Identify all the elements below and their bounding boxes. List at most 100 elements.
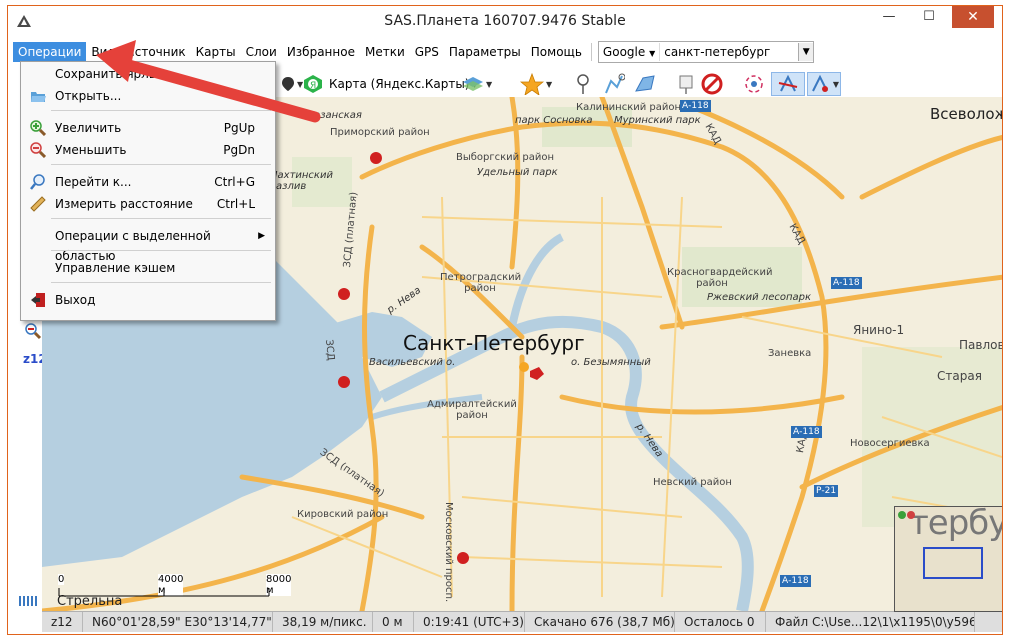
search-dropdown-button[interactable]: ▼ [798,43,814,61]
minimap[interactable]: тербу [894,506,1003,612]
menu-cache-management[interactable]: Управление кэшем [21,258,275,278]
menu-help[interactable]: Помощь [526,42,587,62]
close-button[interactable]: ✕ [952,6,994,28]
menu-bar: Операции Вид Источник Карты Слои Избранн… [13,41,815,63]
road-sign-a118-2: А-118 [831,277,862,289]
svg-text:Я: Я [310,81,316,91]
gps-center-button[interactable]: ▼ [807,72,841,96]
map-label-petrogradsky: Петроградский район [440,272,522,294]
minimap-zoom-icon[interactable] [898,510,916,520]
map-label-kirovsky: Кировский район [297,509,389,520]
add-point-button[interactable] [575,72,591,96]
folder-open-icon [31,92,46,102]
search-input[interactable]: санкт-петербург [660,43,798,61]
gps-track-button[interactable] [771,72,805,96]
layers-button[interactable]: ▼ [462,72,492,96]
add-path-button[interactable] [603,72,625,96]
star-icon [520,73,544,95]
delete-marks-button[interactable] [701,72,723,96]
map-label-vyborgsky: Выборгский район [456,152,554,163]
menu-layers[interactable]: Слои [241,42,282,62]
layer-tool[interactable]: ▼ [281,72,303,96]
map-source-selector[interactable]: Я Карта (Яндекс.Карты)▼ [303,72,478,96]
ruler-icon [30,196,46,212]
menu-measure-label: Измерить расстояние [55,197,193,211]
map-label-novosergievka: Новосергиевка [850,438,930,449]
menu-operations[interactable]: Операции [13,42,87,62]
marks-icon [679,75,693,94]
menu-zoom-out-shortcut: PgDn [223,143,255,157]
status-resolution: 38,19 м/пикс. [273,612,373,632]
submenu-arrow-icon: ▶ [258,231,265,241]
minimize-button[interactable]: — [872,6,906,28]
menu-zoom-in[interactable]: Увеличить PgUp [21,118,275,138]
menu-go-to[interactable]: Перейти к... Ctrl+G [21,172,275,192]
menu-exit-label: Выход [55,293,96,307]
app-window: SAS.Планета 160707.9476 Stable — ☐ ✕ Опе… [7,5,1003,635]
maximize-button[interactable]: ☐ [912,6,946,28]
yandex-map-icon: Я [304,75,322,93]
menu-open[interactable]: Открыть... [21,86,275,106]
menu-view[interactable]: Вид [86,42,120,62]
status-downloaded: Скачано 676 (38,7 Мб) [525,612,675,632]
minimap-label: тербу [909,506,1003,543]
search-engine-select[interactable]: Google ▼ [599,43,661,61]
menu-zoom-out[interactable]: Уменьшить PgDn [21,140,275,160]
status-remaining: Осталось 0 [675,612,766,632]
menu-selection-ops[interactable]: Операции с выделенной областью ▶ [21,226,275,263]
menu-marks[interactable]: Метки [360,42,410,62]
map-label-kalininsky: Калининский район [576,102,682,113]
menu-measure[interactable]: Измерить расстояние Ctrl+L [21,194,275,214]
gps-connect-button[interactable] [743,72,765,96]
search-icon [30,174,45,190]
menu-zoom-out-label: Уменьшить [55,143,127,157]
zoom-in-icon [30,120,46,136]
city-label: Санкт-Петербург [403,331,585,355]
menu-zoom-in-label: Увеличить [55,121,122,135]
add-polygon-button[interactable] [633,72,657,96]
map-label-lakhtinsky: Лахтинский Разлив [270,170,333,192]
map-label-vsevolozhsk: Всеволож [930,105,1003,123]
menu-gps[interactable]: GPS [410,42,444,62]
menu-go-to-label: Перейти к... [55,175,132,189]
zoom-slider[interactable] [19,596,39,606]
menu-parameters[interactable]: Параметры [444,42,526,62]
status-bar: z12 N60°01'28,59" E30°13'14,77" 38,19 м/… [42,611,1002,632]
menu-exit[interactable]: Выход [21,290,275,310]
map-label-murinsky-park: Муринский парк [614,115,701,126]
map-label-yanino: Янино-1 [853,323,905,337]
layers-icon [463,77,483,91]
road-sign-a118-1: А-118 [680,100,711,112]
map-label-bezymyanny: о. Безымянный [571,357,651,368]
title-bar: SAS.Планета 160707.9476 Stable — ☐ ✕ [8,6,1002,36]
menu-go-to-shortcut: Ctrl+G [214,175,255,189]
zoom-out-icon[interactable] [24,322,42,340]
menu-measure-shortcut: Ctrl+L [216,197,255,211]
satellite-icon [778,74,798,92]
map-label-udelny-park: Удельный парк [477,167,558,178]
map-label-zanevka: Заневка [768,348,812,359]
chevron-down-icon: ▼ [649,49,656,58]
menu-separator [51,282,271,283]
scale-zero: 0 [58,574,65,585]
map-label-nevsky: Невский район [653,477,732,488]
minimap-viewport[interactable] [923,547,983,579]
scale-ruler [58,588,270,597]
road-sign-r21: Р-21 [814,485,839,497]
status-zoom: z12 [42,612,83,632]
road-sign-a118-4: А-118 [780,575,811,587]
map-label-krasnogvardeysky: Красногвардейский район [667,267,773,289]
menu-separator [590,43,592,61]
menu-maps[interactable]: Карты [191,42,241,62]
map-label-primorsky: Приморский район [330,127,430,138]
map-label-vasilievsky: Васильевский о. [369,357,456,368]
marks-visibility-button[interactable] [676,72,696,96]
favorites-button[interactable]: ▼ [520,72,552,96]
operations-menu: Сохранить ярлык Открыть... Увеличить PgU… [20,61,276,321]
map-label-staraya: Старая [937,369,982,383]
menu-favorites[interactable]: Избранное [282,42,360,62]
map-label-kazanskaya: Казанская [307,110,362,121]
menu-save-shortcut-label: Сохранить ярлык [55,67,166,81]
menu-save-shortcut[interactable]: Сохранить ярлык [21,64,275,84]
menu-source[interactable]: Источник [121,42,191,62]
